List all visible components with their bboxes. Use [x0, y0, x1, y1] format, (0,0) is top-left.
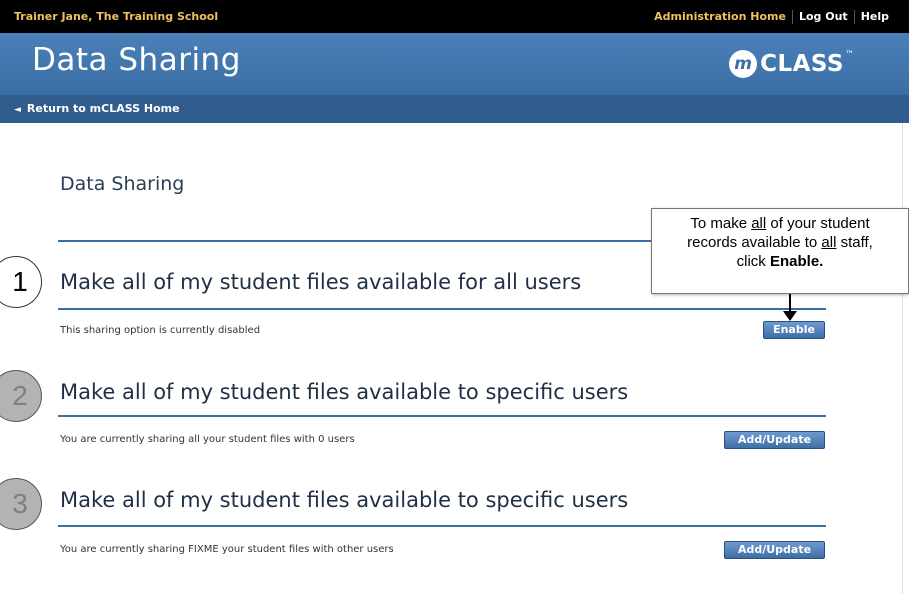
page-title: Data Sharing	[60, 173, 185, 195]
logo-mark: m	[729, 50, 758, 78]
enable-callout: To make all of your student records avai…	[651, 208, 909, 294]
user-label: Trainer Jane, The Training School	[14, 10, 219, 23]
logo-word: CLASS	[760, 51, 844, 77]
step-1-badge: 1	[0, 256, 42, 308]
section-3-divider	[58, 525, 826, 527]
return-home-link[interactable]: ◄ Return to mCLASS Home	[14, 95, 180, 124]
administration-home-link[interactable]: Administration Home	[648, 10, 792, 24]
logo-trademark: ™	[845, 50, 854, 60]
help-link[interactable]: Help	[853, 9, 895, 24]
callout-pointer-line	[789, 294, 791, 312]
header-title: Data Sharing	[32, 42, 241, 78]
callout-line-2: records available to all staff,	[687, 234, 873, 251]
top-bar: Trainer Jane, The Training School Admini…	[0, 0, 909, 33]
section-1-title: Make all of my student files available f…	[60, 270, 582, 294]
log-out-link[interactable]: Log Out	[791, 9, 854, 24]
app-header: Data Sharing m CLASS ™	[0, 33, 909, 95]
add-update-button-2[interactable]: Add/Update	[724, 541, 825, 559]
section-3-title: Make all of my student files available t…	[60, 488, 629, 512]
top-nav: Administration Home Log Out Help	[648, 0, 895, 33]
section-1-status: This sharing option is currently disable…	[60, 325, 261, 336]
step-2-badge: 2	[0, 370, 42, 422]
section-2-title: Make all of my student files available t…	[60, 380, 629, 404]
mclass-logo: m CLASS ™	[729, 50, 854, 78]
section-2-status: You are currently sharing all your stude…	[60, 434, 355, 445]
step-3-badge: 3	[0, 478, 42, 530]
section-3-status: You are currently sharing FIXME your stu…	[60, 544, 394, 555]
add-update-button-1[interactable]: Add/Update	[724, 431, 825, 449]
callout-arrow-icon	[783, 311, 797, 321]
enable-button[interactable]: Enable	[763, 321, 825, 339]
section-2-divider	[58, 415, 826, 417]
return-home-label: Return to mCLASS Home	[26, 102, 180, 115]
back-arrow-icon: ◄	[14, 105, 21, 115]
sub-nav-bar: ◄ Return to mCLASS Home	[0, 95, 909, 123]
callout-line-3: click Enable.	[736, 253, 824, 270]
callout-line-1: To make all of your student	[690, 215, 870, 232]
section-1-divider	[58, 308, 826, 310]
right-divider	[902, 123, 903, 594]
